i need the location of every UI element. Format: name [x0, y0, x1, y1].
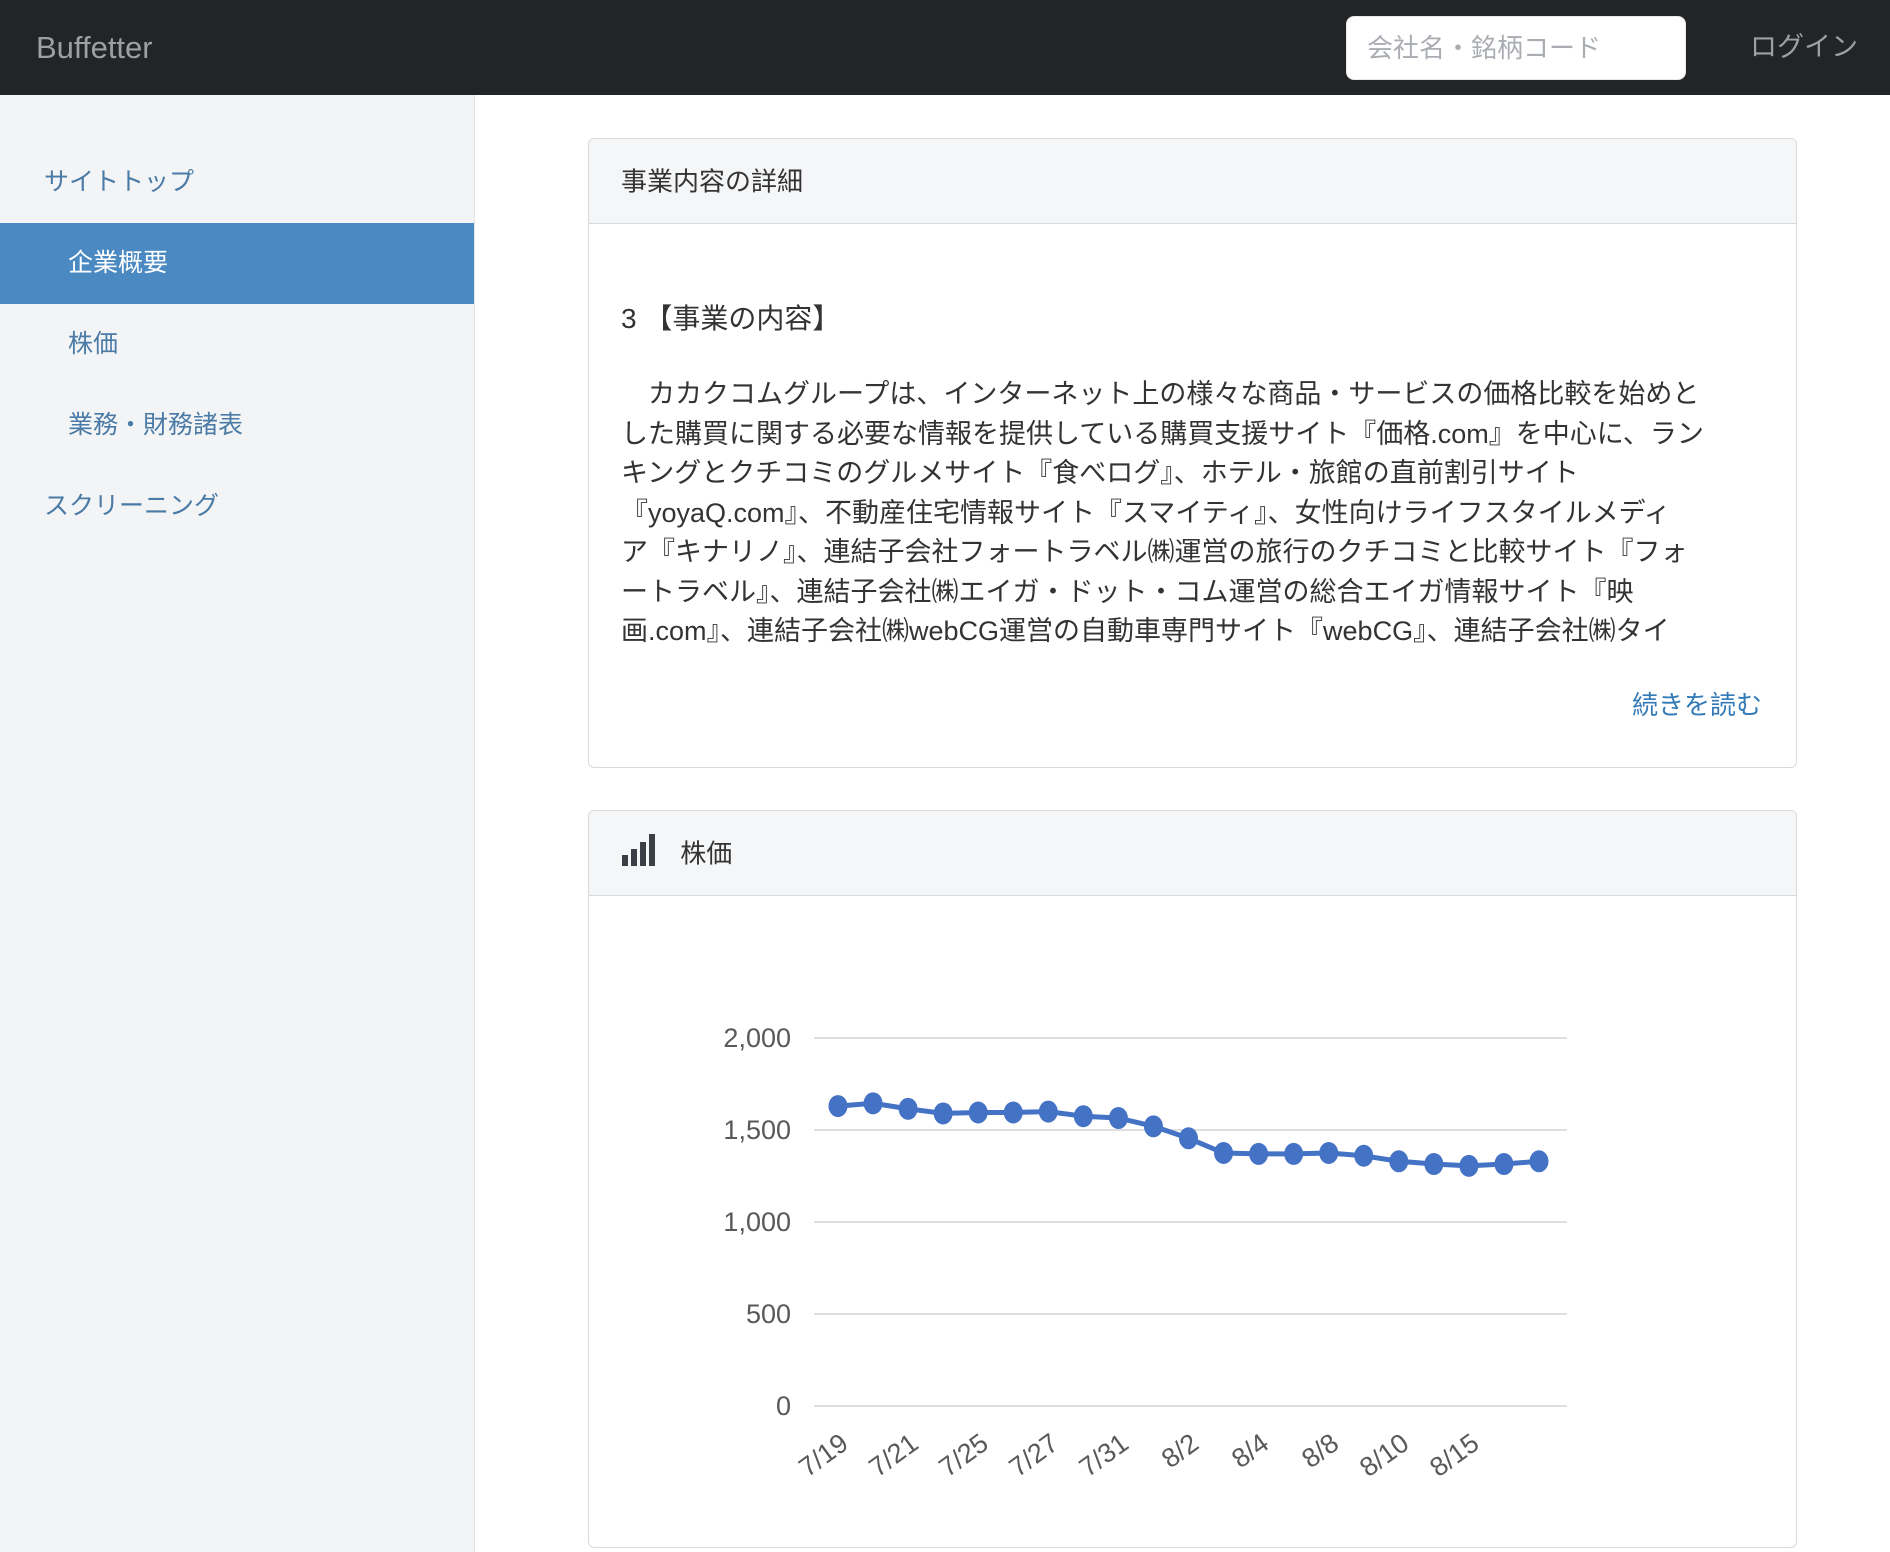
svg-text:8/15: 8/15: [1424, 1428, 1484, 1483]
svg-text:500: 500: [746, 1299, 791, 1329]
sidebar-item-stock-price[interactable]: 株価: [0, 304, 474, 385]
login-link[interactable]: ログイン: [1750, 0, 1858, 95]
business-card-title: 事業内容の詳細: [621, 167, 803, 197]
stock-search-input[interactable]: [1346, 16, 1686, 80]
stock-card-header: 株価: [589, 811, 1796, 896]
svg-text:2,000: 2,000: [723, 1023, 791, 1053]
sidebar-item-company-overview[interactable]: 企業概要: [0, 223, 474, 304]
read-more-link[interactable]: 続きを読む: [1632, 685, 1762, 722]
svg-text:8/4: 8/4: [1226, 1428, 1274, 1474]
brand-logo[interactable]: Buffetter: [36, 0, 153, 95]
sidebar-nav: サイトトップ 企業概要 株価 業務・財務諸表 スクリーニング: [0, 95, 475, 1552]
top-navbar: Buffetter ログイン: [0, 0, 1890, 95]
svg-text:8/10: 8/10: [1354, 1428, 1414, 1483]
stock-price-card: 株価 0 500 1,000 1,500 2,000 7/197/217/257/277/…: [588, 810, 1797, 1548]
svg-text:7/19: 7/19: [793, 1428, 853, 1483]
bar-chart-icon: [621, 817, 655, 851]
svg-text:7/27: 7/27: [1004, 1428, 1064, 1483]
business-card-header: 事業内容の詳細: [589, 139, 1796, 224]
sidebar-item-screening[interactable]: スクリーニング: [0, 466, 474, 547]
svg-text:7/25: 7/25: [934, 1428, 994, 1483]
svg-text:8/8: 8/8: [1296, 1428, 1344, 1474]
business-description-text: カカクコムグループは、インターネット上の様々な商品・サービスの価格比較を始めと …: [621, 375, 1791, 652]
sidebar-item-site-top[interactable]: サイトトップ: [0, 142, 474, 223]
sidebar-item-financial-statements[interactable]: 業務・財務諸表: [0, 385, 474, 466]
business-detail-card: 事業内容の詳細 3 【事業の内容】 カカクコムグループは、インターネット上の様々…: [588, 138, 1797, 768]
stock-card-title: 株価: [680, 839, 732, 869]
svg-text:7/21: 7/21: [863, 1428, 923, 1483]
svg-text:0: 0: [776, 1391, 791, 1421]
svg-text:8/2: 8/2: [1156, 1428, 1204, 1474]
svg-text:1,500: 1,500: [723, 1115, 791, 1145]
svg-text:1,000: 1,000: [723, 1207, 791, 1237]
stock-price-chart: 0 500 1,000 1,500 2,000 7/197/217/257/277/31 8…: [589, 895, 1796, 1547]
svg-text:7/31: 7/31: [1074, 1428, 1134, 1483]
business-section-heading: 3 【事業の内容】: [621, 297, 840, 337]
